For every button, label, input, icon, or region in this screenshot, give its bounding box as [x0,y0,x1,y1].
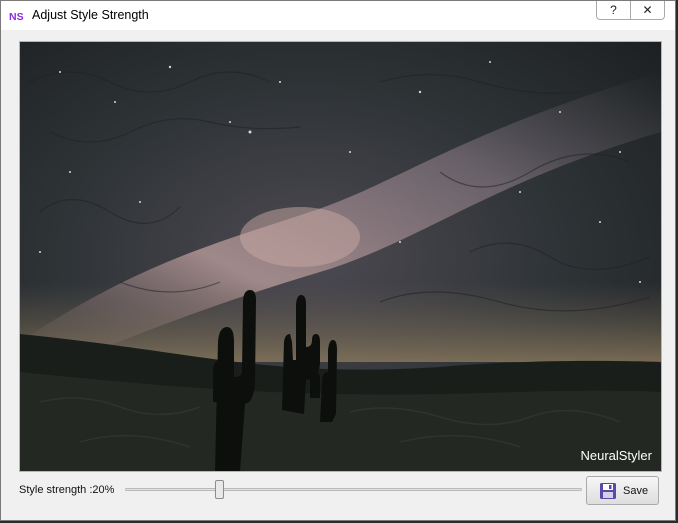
slider-thumb[interactable] [215,480,224,499]
style-strength-label: Style strength :20% [19,484,115,496]
preview-image: NeuralStyler [19,41,662,472]
titlebar-buttons: ? ✕ [596,1,665,20]
neuralstyler-watermark: NeuralStyler [580,448,652,463]
app-icon: NS [9,8,26,23]
dialog-content: NeuralStyler Style strength :20% Save [8,30,668,514]
floppy-disk-icon [600,482,616,499]
save-label: Save [623,484,649,497]
window-title: Adjust Style Strength [32,8,149,22]
save-button[interactable]: Save [586,476,659,505]
help-button[interactable]: ? [597,1,630,19]
svg-text:NS: NS [9,11,24,23]
dialog-window: NS Adjust Style Strength ? ✕ NeuralStyle… [0,0,676,521]
slider-track[interactable] [125,488,582,491]
title-bar: NS Adjust Style Strength ? ✕ [1,1,675,30]
style-strength-slider[interactable] [125,480,582,502]
stylized-night-sky-image [20,42,661,471]
close-button[interactable]: ✕ [631,1,664,19]
